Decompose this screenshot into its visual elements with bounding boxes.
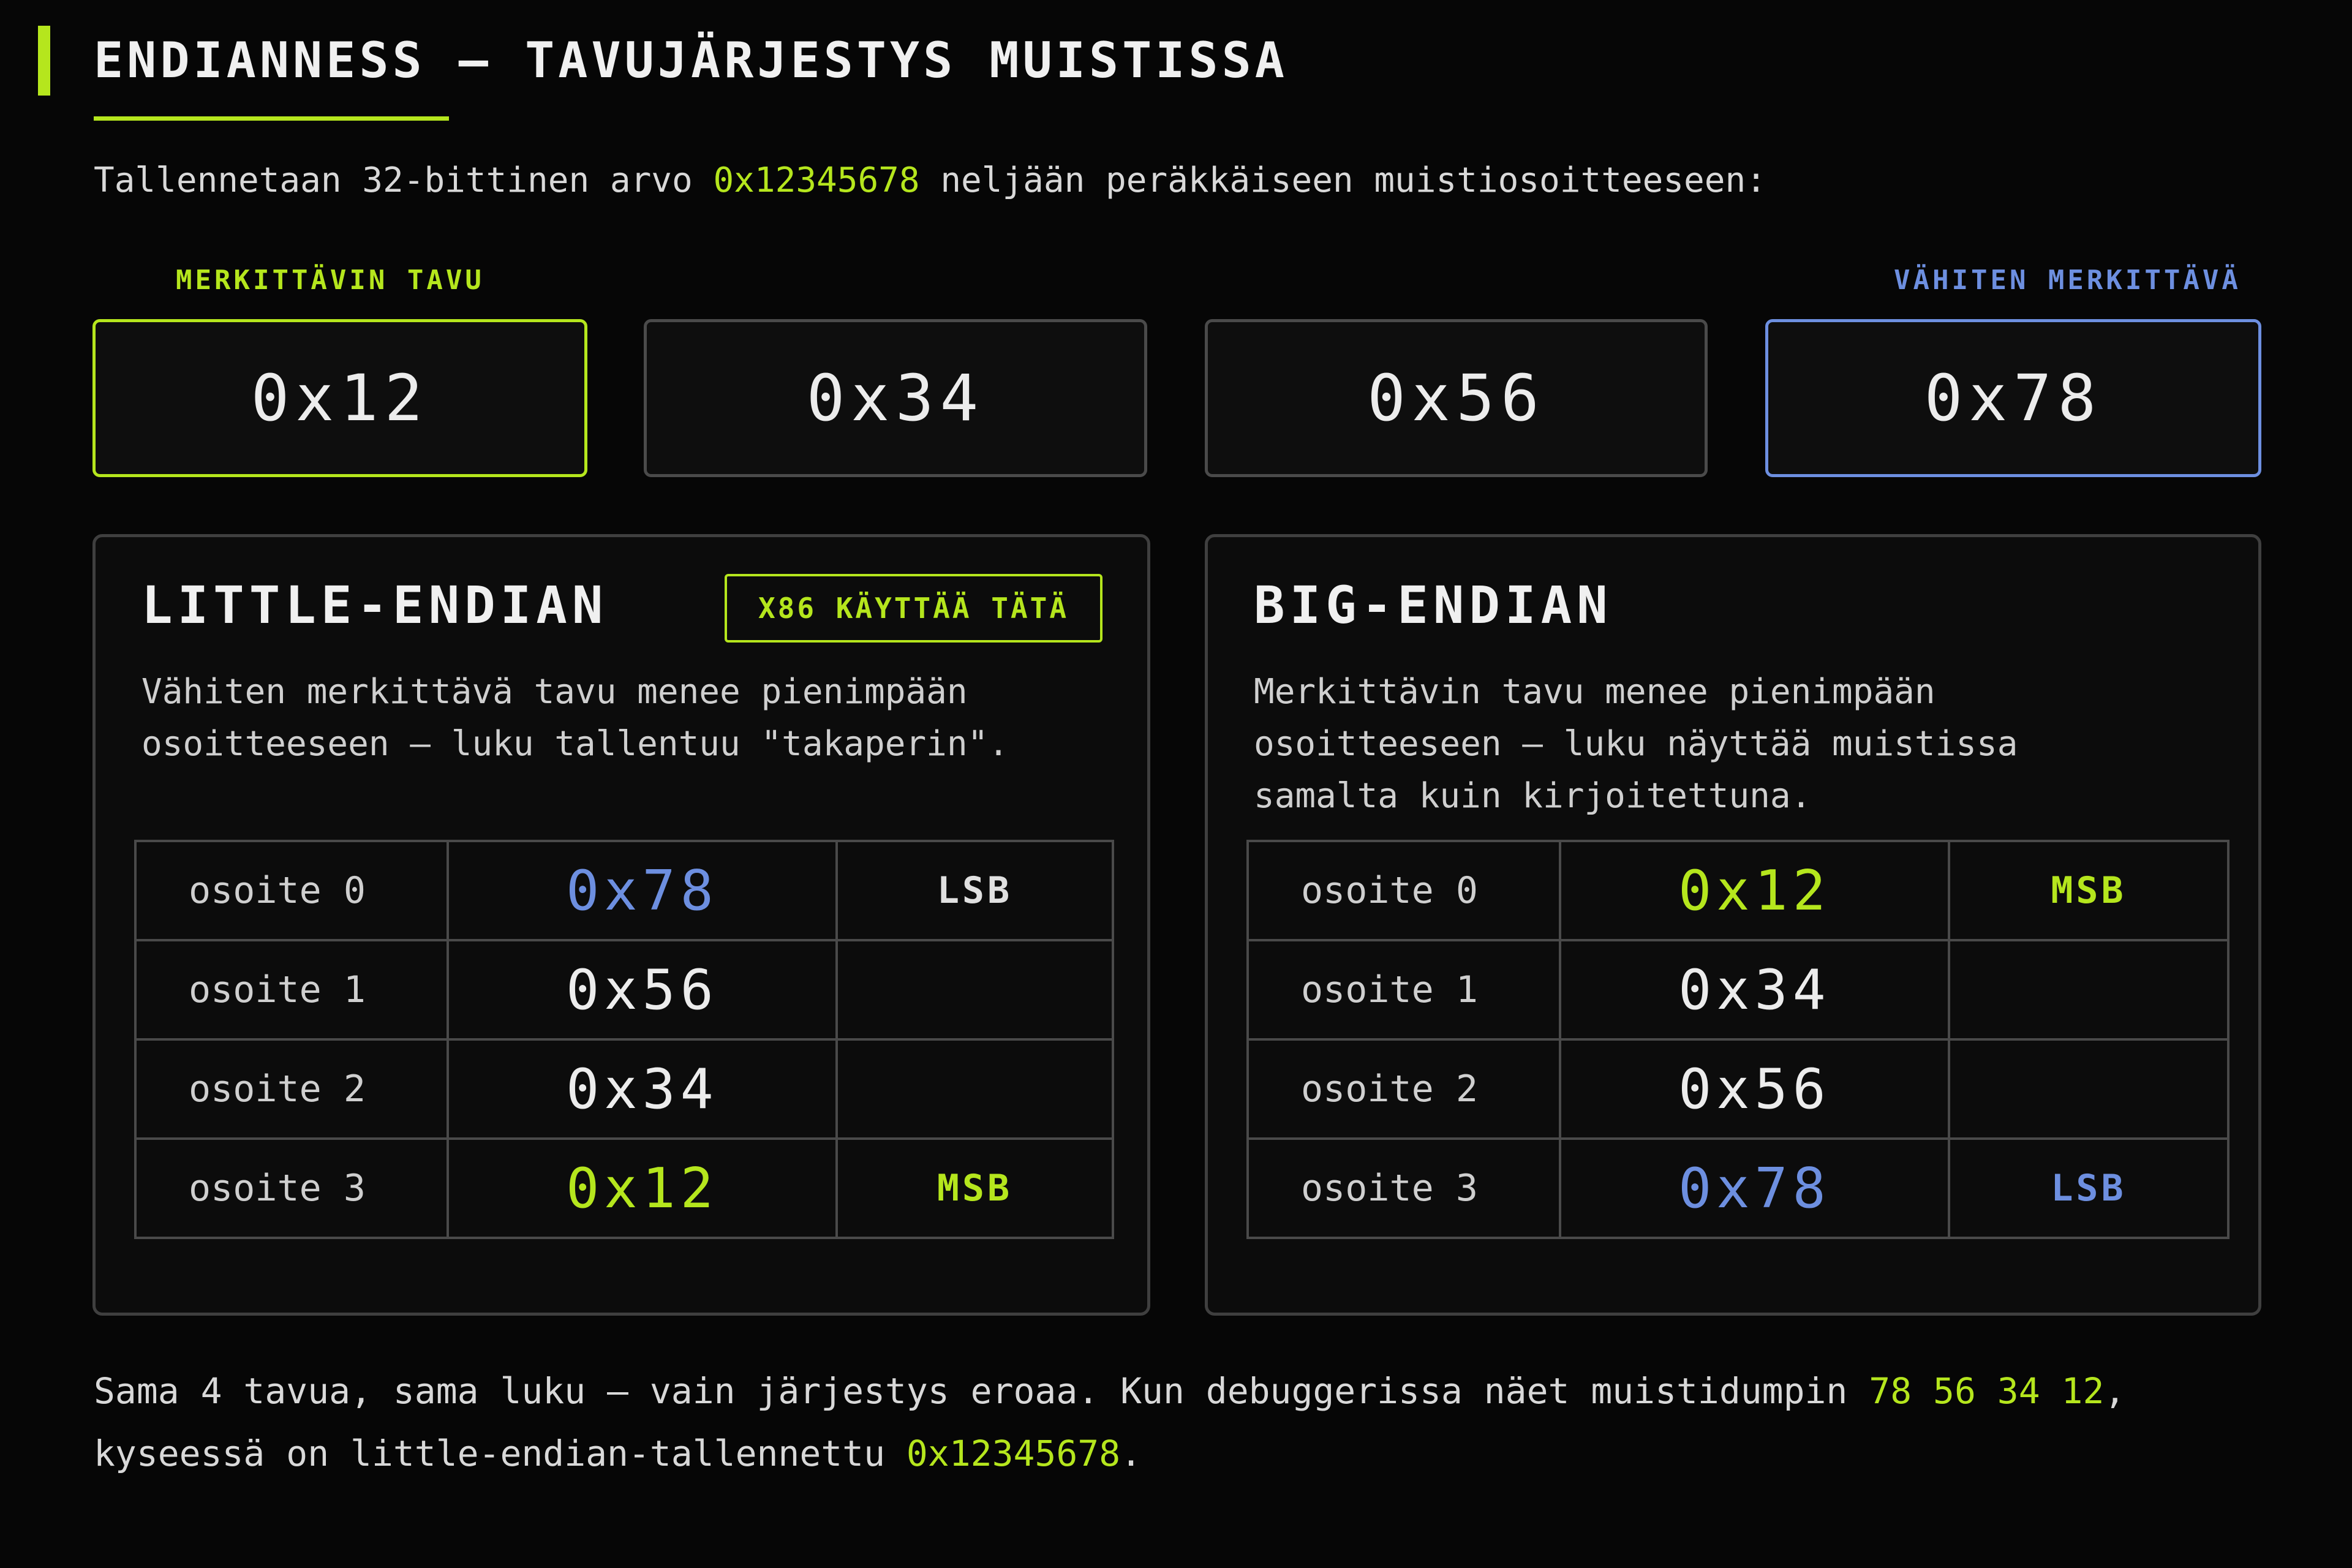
footer-line1-text: Sama 4 tavua, sama luku — vain järjestys… — [94, 1370, 1869, 1412]
value-cell: 0x78 — [447, 840, 838, 941]
byte-box-3: 0x78 — [1765, 319, 2261, 477]
big-endian-title: BIG-ENDIAN — [1254, 575, 1613, 635]
tag-cell — [835, 1038, 1114, 1140]
intro-after: neljään peräkkäiseen muistiosoitteeseen: — [919, 160, 1766, 200]
footer-text: Sama 4 tavua, sama luku — vain järjestys… — [94, 1360, 2125, 1485]
value-cell: 0x56 — [1559, 1038, 1950, 1140]
intro-text: Tallennetaan 32-bittinen arvo 0x12345678… — [94, 160, 1766, 200]
title-accent-bar — [38, 26, 50, 96]
table-row: osoite 1 0x56 — [134, 939, 1114, 1041]
value-cell: 0x12 — [447, 1137, 838, 1239]
intro-value: 0x12345678 — [713, 160, 920, 200]
address-cell: osoite 3 — [1246, 1137, 1561, 1239]
little-endian-memory-table: osoite 0 0x78 LSB osoite 1 0x56 osoite 2… — [134, 840, 1114, 1239]
footer-line2-end: . — [1120, 1433, 1142, 1474]
tag-cell — [835, 939, 1114, 1041]
table-row: osoite 2 0x34 — [134, 1038, 1114, 1140]
desc-line: Merkittävin tavu menee pienimpään — [1254, 672, 1936, 712]
table-row: osoite 3 0x78 LSB — [1246, 1137, 2230, 1239]
big-endian-panel: BIG-ENDIAN Merkittävin tavu menee pienim… — [1205, 534, 2261, 1316]
tag-cell — [1948, 1038, 2230, 1140]
value-cell: 0x34 — [447, 1038, 838, 1140]
address-cell: osoite 0 — [134, 840, 449, 941]
little-endian-title: LITTLE-ENDIAN — [141, 575, 608, 635]
table-row: osoite 2 0x56 — [1246, 1038, 2230, 1140]
address-cell: osoite 3 — [134, 1137, 449, 1239]
byte-box-0: 0x12 — [92, 319, 587, 477]
tag-cell: LSB — [835, 840, 1114, 941]
desc-line: osoitteeseen — luku tallentuu "takaperin… — [141, 724, 1009, 764]
footer-line2-text: kyseessä on little-endian-tallennettu — [94, 1433, 907, 1474]
address-cell: osoite 2 — [134, 1038, 449, 1140]
value-cell: 0x34 — [1559, 939, 1950, 1041]
address-cell: osoite 1 — [134, 939, 449, 1041]
address-cell: osoite 2 — [1246, 1038, 1561, 1140]
value-cell: 0x56 — [447, 939, 838, 1041]
x86-badge: X86 KÄYTTÄÄ TÄTÄ — [725, 574, 1102, 643]
memory-dump-value: 78 56 34 12 — [1869, 1370, 2105, 1412]
tag-cell: LSB — [1948, 1137, 2230, 1239]
byte-box-2: 0x56 — [1205, 319, 1708, 477]
address-cell: osoite 1 — [1246, 939, 1561, 1041]
little-endian-panel: LITTLE-ENDIAN X86 KÄYTTÄÄ TÄTÄ Vähiten m… — [92, 534, 1150, 1316]
page-title: ENDIANNESS — TAVUJÄRJESTYS MUISTISSA — [94, 32, 1288, 89]
tag-cell: MSB — [1948, 840, 2230, 941]
address-cell: osoite 0 — [1246, 840, 1561, 941]
intro-before: Tallennetaan 32-bittinen arvo — [94, 160, 714, 200]
value-cell: 0x12 — [1559, 840, 1950, 941]
table-row: osoite 1 0x34 — [1246, 939, 2230, 1041]
footer-value: 0x12345678 — [906, 1433, 1121, 1474]
byte-box-1: 0x34 — [644, 319, 1147, 477]
desc-line: osoitteeseen — luku näyttää muistissa — [1254, 724, 2018, 764]
little-endian-desc: Vähiten merkittävä tavu menee pienimpään… — [141, 666, 1009, 770]
big-endian-desc: Merkittävin tavu menee pienimpään osoitt… — [1254, 666, 2018, 822]
tag-cell: MSB — [835, 1137, 1114, 1239]
big-endian-memory-table: osoite 0 0x12 MSB osoite 1 0x34 osoite 2… — [1246, 840, 2230, 1239]
value-cell: 0x78 — [1559, 1137, 1950, 1239]
msb-caption: MERKITTÄVIN TAVU — [176, 265, 484, 296]
table-row: osoite 0 0x78 LSB — [134, 840, 1114, 941]
desc-line: Vähiten merkittävä tavu menee pienimpään — [141, 672, 968, 712]
lsb-caption: VÄHITEN MERKITTÄVÄ — [1894, 265, 2241, 296]
desc-line: samalta kuin kirjoitettuna. — [1254, 776, 1812, 816]
footer-line-2: kyseessä on little-endian-tallennettu 0x… — [94, 1422, 2125, 1485]
title-underline — [94, 116, 449, 121]
footer-line1-end: , — [2104, 1370, 2126, 1412]
table-row: osoite 3 0x12 MSB — [134, 1137, 1114, 1239]
table-row: osoite 0 0x12 MSB — [1246, 840, 2230, 941]
footer-line-1: Sama 4 tavua, sama luku — vain järjestys… — [94, 1360, 2125, 1422]
tag-cell — [1948, 939, 2230, 1041]
